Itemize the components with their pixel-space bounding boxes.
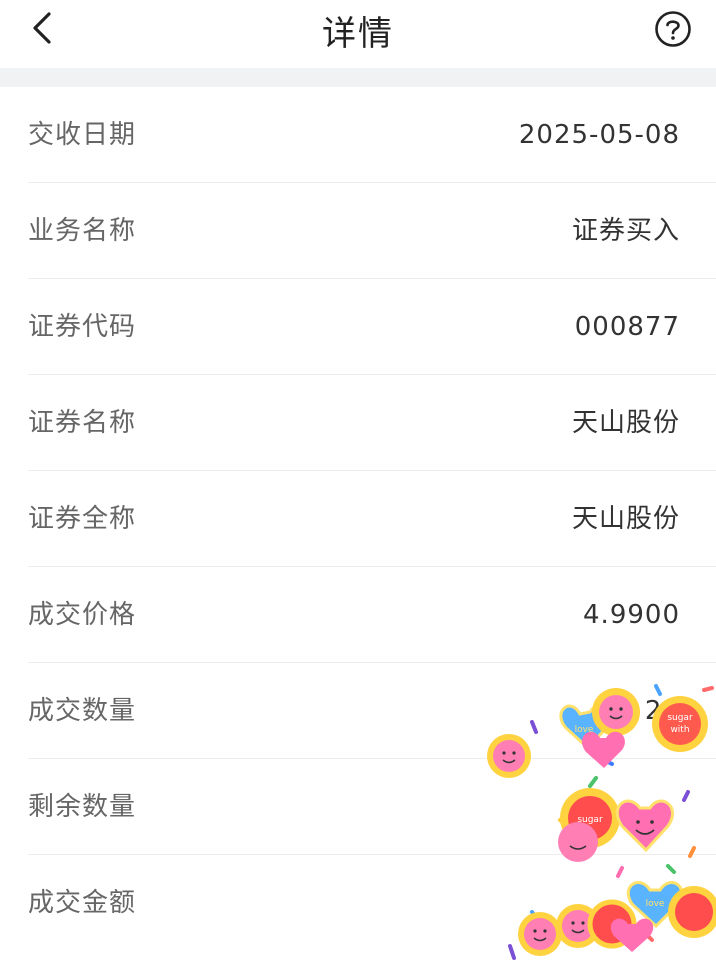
detail-row-security-code: 证券代码 000877 bbox=[28, 279, 716, 375]
row-value: 证券买入 bbox=[571, 216, 680, 246]
row-value: 2025-05-08 bbox=[518, 120, 680, 150]
row-value: 20 bbox=[644, 696, 680, 726]
row-label: 成交金额 bbox=[28, 888, 137, 918]
row-label: 成交价格 bbox=[28, 600, 137, 630]
detail-row-trade-quantity: 成交数量 20 bbox=[28, 663, 716, 759]
page-title: 详情 bbox=[322, 14, 394, 54]
row-value: 天山股份 bbox=[571, 408, 680, 438]
top-navigation-bar: 详情 bbox=[0, 0, 716, 68]
detail-row-security-fullname: 证券全称 天山股份 bbox=[28, 471, 716, 567]
row-label: 交收日期 bbox=[28, 120, 137, 150]
detail-list: 交收日期 2025-05-08 业务名称 证券买入 证券代码 000877 证券… bbox=[0, 87, 716, 951]
help-button[interactable] bbox=[654, 10, 692, 48]
row-label: 证券代码 bbox=[28, 312, 137, 342]
row-value: 4.9900 bbox=[583, 600, 680, 630]
row-label: 证券名称 bbox=[28, 408, 137, 438]
question-circle-icon bbox=[655, 11, 691, 47]
detail-row-trade-price: 成交价格 4.9900 bbox=[28, 567, 716, 663]
row-label: 证券全称 bbox=[28, 504, 137, 534]
detail-row-security-name: 证券名称 天山股份 bbox=[28, 375, 716, 471]
detail-row-settlement-date: 交收日期 2025-05-08 bbox=[28, 87, 716, 183]
row-label: 剩余数量 bbox=[28, 792, 137, 822]
row-value: 天山股份 bbox=[571, 504, 680, 534]
detail-row-business-name: 业务名称 证券买入 bbox=[28, 183, 716, 279]
row-label: 业务名称 bbox=[28, 216, 137, 246]
row-value: 000877 bbox=[574, 312, 680, 342]
detail-row-remaining-quantity: 剩余数量 bbox=[28, 759, 716, 855]
section-separator bbox=[0, 68, 716, 87]
row-label: 成交数量 bbox=[28, 696, 137, 726]
detail-row-trade-amount: 成交金额 bbox=[28, 855, 716, 951]
